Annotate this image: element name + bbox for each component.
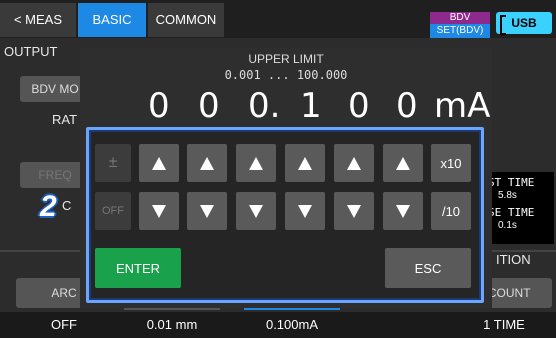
digit-keypad: ± x10 OFF /10 ENTER ESC (86, 127, 484, 303)
bottom-values-row: OFF 0.01 mm 0.100mA 1 TIME (0, 312, 556, 338)
digit1-down-button[interactable] (139, 192, 179, 230)
time2-value: 0.1s (498, 220, 517, 231)
digit-4: 1 (300, 86, 322, 126)
time2-label: SE TIME (488, 206, 535, 219)
down-arrow-icon (152, 204, 166, 218)
digit-3: 0. (248, 86, 281, 126)
back-to-meas-button[interactable]: < MEAS (0, 3, 76, 37)
digit6-up-button[interactable] (383, 144, 423, 182)
times-ten-button[interactable]: x10 (431, 144, 471, 182)
dialog-range: 0.001 ... 100.000 (224, 68, 348, 82)
time-panel: ST TIME 5.8s SE TIME 0.1s (484, 172, 554, 244)
digit6-down-button[interactable] (383, 192, 423, 230)
mode-indicator: BDV SET(BDV) (430, 12, 490, 38)
down-arrow-icon (249, 204, 263, 218)
up-arrow-icon (152, 156, 166, 170)
usb-label: USB (511, 16, 537, 30)
digit3-up-button[interactable] (236, 144, 276, 182)
off-button[interactable]: OFF (95, 192, 131, 230)
condition-section-label: ITION (496, 252, 531, 267)
time1-label: ST TIME (488, 176, 535, 189)
digit5-up-button[interactable] (334, 144, 374, 182)
rate-label: RAT (52, 112, 78, 127)
dialog-title: UPPER LIMIT (248, 52, 324, 66)
up-arrow-icon (396, 156, 410, 170)
down-arrow-icon (396, 204, 410, 218)
enter-button[interactable]: ENTER (95, 248, 181, 288)
digit-1: 0 (148, 86, 170, 126)
digit4-up-button[interactable] (285, 144, 325, 182)
up-arrow-icon (347, 156, 361, 170)
digit3-down-button[interactable] (236, 192, 276, 230)
down-arrow-icon (200, 204, 214, 218)
divide-ten-button[interactable]: /10 (431, 192, 471, 230)
digit-5: 0 (348, 86, 370, 126)
digit-2: 0 (198, 86, 220, 126)
digit5-down-button[interactable] (334, 192, 374, 230)
up-arrow-icon (200, 156, 214, 170)
value-digits: 0 0 0. 1 0 0 mA (138, 86, 490, 126)
time1-value: 5.8s (498, 190, 517, 201)
count-value: 1 TIME (483, 317, 525, 332)
plus-minus-button[interactable]: ± (95, 144, 131, 182)
digit2-down-button[interactable] (187, 192, 227, 230)
digit2-up-button[interactable] (187, 144, 227, 182)
length-value: 0.01 mm (146, 317, 198, 332)
down-arrow-icon (298, 204, 312, 218)
tab-basic[interactable]: BASIC (78, 3, 146, 37)
up-arrow-icon (298, 156, 312, 170)
c-label: C (62, 198, 72, 213)
usb-indicator: USB (496, 12, 552, 35)
tab-common[interactable]: COMMON (148, 3, 224, 37)
output-section-label: OUTPUT (4, 44, 58, 59)
bdv-label: BDV (430, 12, 490, 24)
down-arrow-icon (347, 204, 361, 218)
digit1-up-button[interactable] (139, 144, 179, 182)
digit4-down-button[interactable] (285, 192, 325, 230)
set-bdv-label: SET(BDV) (430, 24, 490, 38)
step-number-badge: 2 (40, 190, 57, 223)
current-value: 0.100mA (265, 317, 319, 332)
arc-value: OFF (51, 317, 77, 332)
esc-button[interactable]: ESC (385, 248, 471, 288)
unit-label: mA (434, 86, 491, 126)
up-arrow-icon (249, 156, 263, 170)
digit-6: 0 (396, 86, 418, 126)
